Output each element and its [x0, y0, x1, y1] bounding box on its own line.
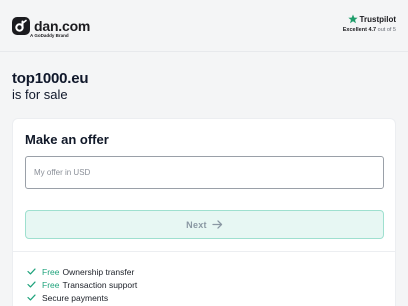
- rating-suffix: out of 5: [377, 27, 396, 33]
- list-item: Free Ownership transfer: [27, 265, 137, 278]
- next-button[interactable]: Next: [25, 210, 384, 239]
- star-icon: [347, 14, 358, 24]
- next-button-label: Next: [186, 219, 207, 230]
- benefit-text: Transaction support: [62, 279, 138, 290]
- rating-label: Excellent: [342, 27, 367, 33]
- dan-logo-icon: [12, 17, 30, 35]
- for-sale-subtitle: is for sale: [12, 87, 68, 102]
- domain-name: top1000.eu: [12, 70, 89, 87]
- trustpilot-badge[interactable]: Trustpilot Excellent 4.7 out of 5: [332, 14, 396, 33]
- brand-name: dan.com: [34, 18, 91, 34]
- benefits-list: Free Ownership transfer Free Transaction…: [27, 265, 137, 304]
- check-icon: [27, 268, 36, 275]
- list-item: Free Transaction support: [27, 278, 137, 291]
- offer-card: Make an offer Next Free Ownership transf…: [12, 118, 396, 306]
- arrow-right-icon: [212, 220, 223, 229]
- offer-title: Make an offer: [25, 132, 109, 147]
- site-header: dan.com A GoDaddy Brand Trustpilot Excel…: [0, 0, 408, 52]
- free-tag: Free: [42, 266, 60, 277]
- offer-amount-input[interactable]: [25, 156, 384, 189]
- card-divider: [13, 251, 395, 252]
- check-icon: [27, 294, 36, 301]
- trustpilot-name: Trustpilot: [359, 14, 396, 24]
- brand-subtitle: A GoDaddy Brand: [30, 33, 69, 38]
- trustpilot-rating: Excellent 4.7 out of 5: [332, 27, 396, 33]
- rating-value: 4.7: [368, 27, 377, 33]
- check-icon: [27, 281, 36, 288]
- benefit-text: Ownership transfer: [62, 266, 135, 277]
- list-item: Secure payments: [27, 291, 137, 304]
- benefit-text: Secure payments: [42, 292, 109, 303]
- free-tag: Free: [42, 279, 60, 290]
